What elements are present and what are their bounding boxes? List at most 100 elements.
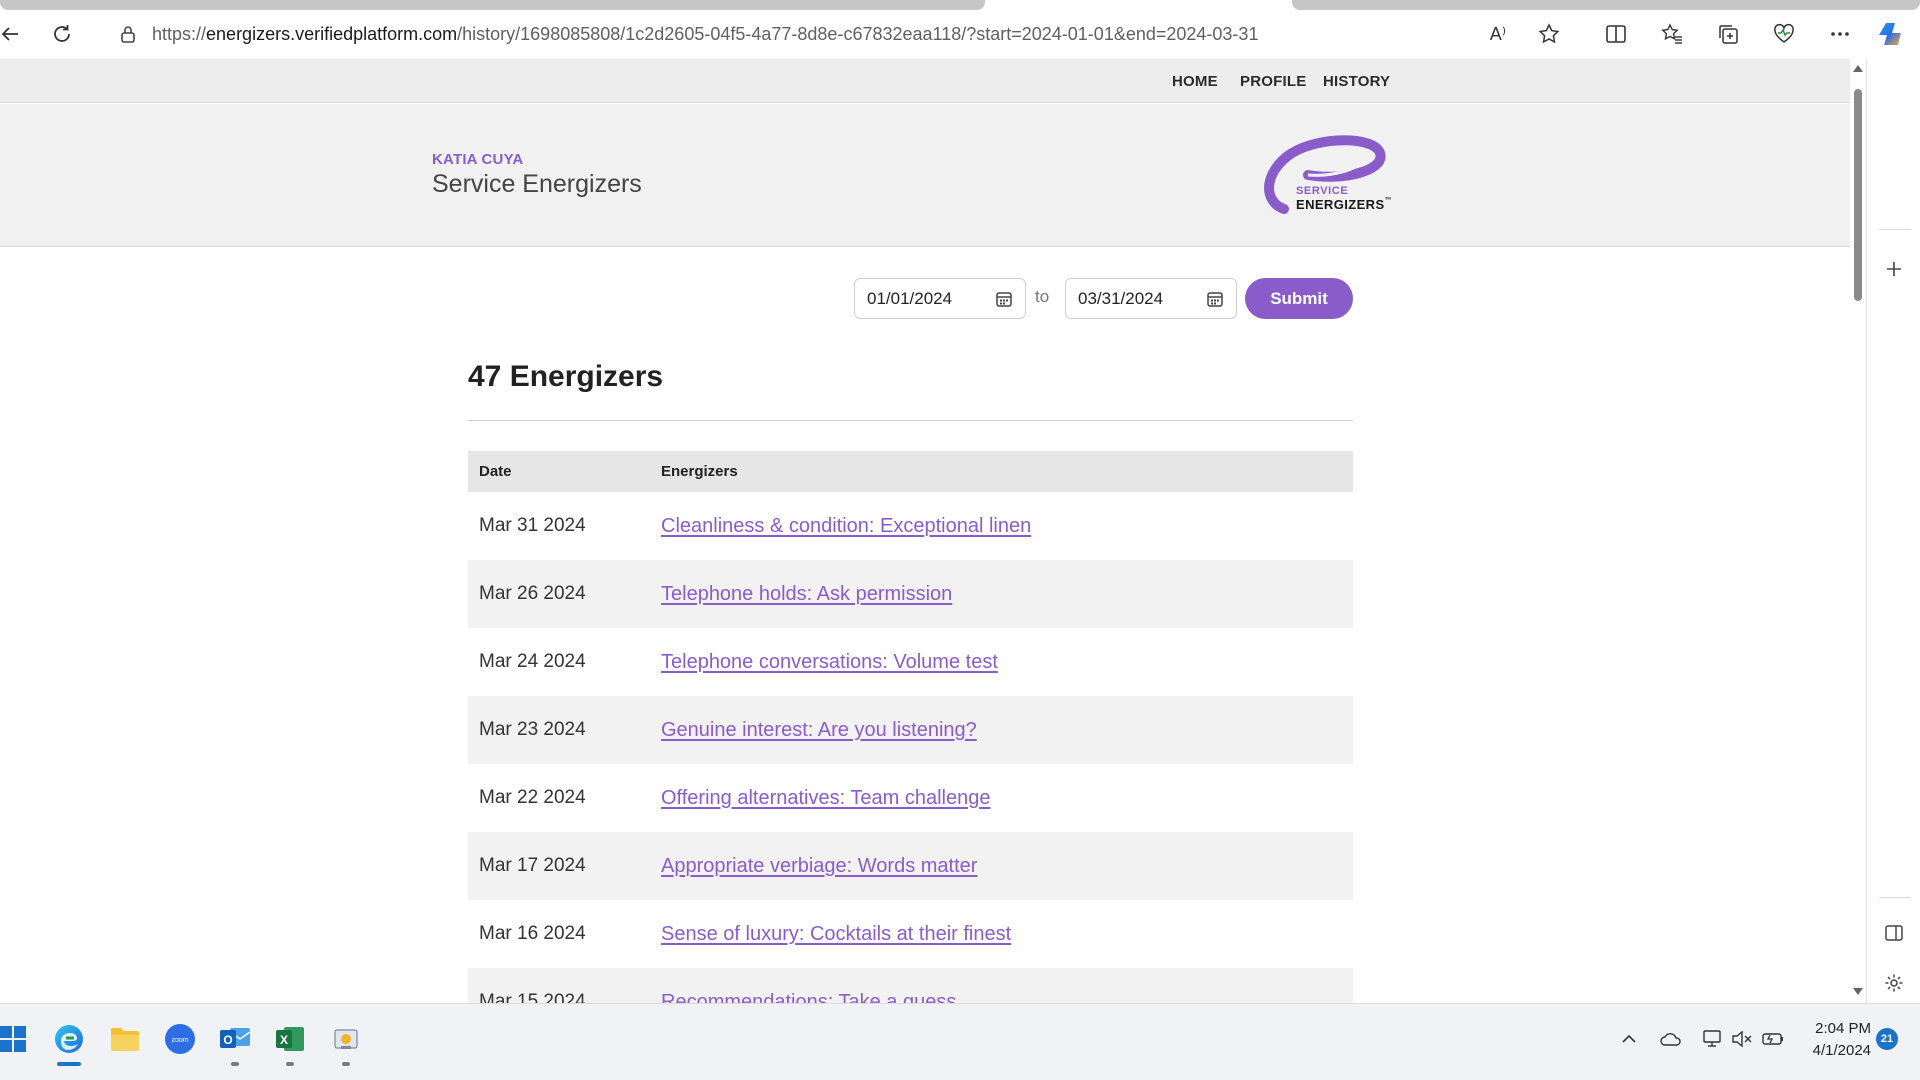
table-row: Mar 31 2024 Cleanliness & condition: Exc… (468, 492, 1353, 560)
app-indicator (231, 1062, 239, 1066)
url-prefix: https:// (152, 23, 207, 44)
scroll-up-icon[interactable] (1853, 65, 1863, 72)
start-date-value: 01/01/2024 (867, 288, 953, 308)
edge-browser-icon[interactable] (50, 1020, 88, 1058)
app-indicator (342, 1062, 350, 1066)
energizer-link[interactable]: Offering alternatives: Team challenge (661, 787, 990, 810)
volume-muted-icon[interactable] (1729, 1026, 1755, 1052)
table-row: Mar 15 2024 Recommendations: Take a gues… (468, 968, 1353, 1003)
energizer-link[interactable]: Sense of luxury: Cocktails at their fine… (661, 923, 1011, 946)
end-date-value: 03/31/2024 (1078, 288, 1164, 308)
notification-badge[interactable]: 21 (1876, 1028, 1898, 1050)
more-icon[interactable] (1822, 16, 1858, 52)
table-row: Mar 16 2024 Sense of luxury: Cocktails a… (468, 900, 1353, 968)
energizer-link[interactable]: Telephone holds: Ask permission (661, 583, 952, 606)
favorites-icon[interactable] (1654, 16, 1690, 52)
split-screen-icon[interactable] (1598, 16, 1634, 52)
network-icon[interactable] (1700, 1026, 1726, 1052)
table-row: Mar 22 2024 Offering alternatives: Team … (468, 764, 1353, 832)
svg-text:O: O (223, 1033, 232, 1047)
nav-profile-link[interactable]: PROFILE (1240, 73, 1306, 90)
chevron-up-icon[interactable] (1616, 1026, 1642, 1052)
svg-text:X: X (280, 1033, 288, 1047)
address-bar[interactable]: https://energizers.verifiedplatform.com/… (100, 14, 1580, 54)
active-app-indicator (57, 1062, 81, 1066)
collections-icon[interactable] (1710, 16, 1746, 52)
energizer-link[interactable]: Appropriate verbiage: Words matter (661, 855, 977, 878)
outlook-icon[interactable]: O (216, 1020, 254, 1058)
site-name: Service Energizers (432, 170, 642, 198)
table-row: Mar 23 2024 Genuine interest: Are you li… (468, 696, 1353, 764)
logo-energizers-word: ENERGIZERS (1296, 197, 1385, 212)
star-icon[interactable] (1533, 18, 1565, 50)
scrollbar-thumb[interactable] (1854, 89, 1862, 301)
row-date: Mar 22 2024 (479, 787, 586, 808)
heart-pulse-icon[interactable] (1766, 16, 1802, 52)
page-viewport: HOME PROFILE HISTORY KATIA CUYA Service … (0, 59, 1850, 1003)
table-row: Mar 17 2024 Appropriate verbiage: Words … (468, 832, 1353, 900)
url-text[interactable]: https://energizers.verifiedplatform.com/… (152, 24, 1258, 45)
scroll-down-icon[interactable] (1853, 988, 1863, 995)
date-range-to-label: to (1035, 287, 1050, 306)
divider (468, 420, 1353, 421)
refresh-icon[interactable] (44, 16, 80, 52)
top-navigation: HOME PROFILE HISTORY (0, 59, 1850, 103)
taskbar-clock[interactable]: 2:04 PM 4/1/2024 (1795, 1018, 1871, 1062)
row-date: Mar 23 2024 (479, 719, 586, 740)
url-path: /history/1698085808/1c2d2605-04f5-4a77-8… (457, 23, 1259, 44)
clock-time: 2:04 PM (1815, 1020, 1871, 1037)
user-name: KATIA CUYA (432, 151, 524, 168)
service-energizers-logo[interactable]: SERVICE ENERGIZERS™ (1262, 131, 1392, 221)
logo-trademark: ™ (1384, 197, 1392, 204)
windows-taskbar: zoom O X 2:04 PM 4/1/2024 21 (0, 1003, 1920, 1080)
nav-history-link[interactable]: HISTORY (1323, 73, 1390, 90)
submit-button[interactable]: Submit (1245, 278, 1353, 319)
logo-energizers-text: ENERGIZERS™ (1296, 197, 1392, 212)
url-host: energizers.verifiedplatform.com (206, 23, 458, 44)
edge-sidebar (1866, 59, 1920, 1003)
date-column-header: Date (479, 463, 512, 480)
read-aloud-icon[interactable]: A⁾ (1482, 18, 1514, 50)
logo-service-text: SERVICE (1296, 185, 1349, 197)
row-date: Mar 26 2024 (479, 583, 586, 604)
row-date: Mar 24 2024 (479, 651, 586, 672)
sidebar-divider (1879, 897, 1911, 898)
energizer-link[interactable]: Recommendations: Take a guess (661, 991, 956, 1004)
row-date: Mar 17 2024 (479, 855, 586, 876)
excel-icon[interactable]: X (271, 1020, 309, 1058)
zoom-icon-label: zoom (171, 1037, 188, 1044)
onedrive-cloud-icon[interactable] (1658, 1026, 1684, 1052)
back-arrow-icon[interactable] (0, 16, 28, 52)
battery-icon[interactable] (1760, 1026, 1786, 1052)
sidebar-divider (1879, 229, 1911, 230)
file-explorer-icon[interactable] (106, 1020, 144, 1058)
nav-home-link[interactable]: HOME (1172, 73, 1218, 90)
sidebar-panel-icon[interactable] (1876, 915, 1912, 951)
end-date-input[interactable]: 03/31/2024 (1065, 278, 1237, 319)
page-scrollbar[interactable] (1850, 59, 1866, 1003)
energizers-column-header: Energizers (661, 463, 738, 480)
windows-start-icon[interactable] (0, 1020, 32, 1058)
start-date-input[interactable]: 01/01/2024 (854, 278, 1026, 319)
energizer-link[interactable]: Telephone conversations: Volume test (661, 651, 998, 674)
energizer-link[interactable]: Genuine interest: Are you listening? (661, 719, 977, 742)
browser-tab[interactable] (0, 0, 985, 10)
copilot-icon[interactable] (1874, 16, 1910, 52)
browser-tab[interactable] (1292, 0, 1920, 10)
table-header: Date Energizers (468, 451, 1353, 492)
row-date: Mar 31 2024 (479, 515, 586, 536)
calendar-icon[interactable] (995, 290, 1013, 308)
table-row: Mar 26 2024 Telephone holds: Ask permiss… (468, 560, 1353, 628)
zoom-icon[interactable]: zoom (161, 1020, 199, 1058)
energizer-count-title: 47 Energizers (468, 360, 664, 393)
row-date: Mar 15 2024 (479, 991, 586, 1003)
energizers-table: Date Energizers Mar 31 2024 Cleanliness … (468, 451, 1353, 1003)
table-row: Mar 24 2024 Telephone conversations: Vol… (468, 628, 1353, 696)
energizer-link[interactable]: Cleanliness & condition: Exceptional lin… (661, 515, 1031, 538)
add-icon[interactable] (1876, 251, 1912, 287)
clock-date: 4/1/2024 (1812, 1042, 1871, 1059)
system-app-icon[interactable] (327, 1020, 365, 1058)
lock-icon[interactable] (118, 24, 138, 44)
calendar-icon[interactable] (1206, 290, 1224, 308)
gear-icon[interactable] (1876, 965, 1912, 1001)
